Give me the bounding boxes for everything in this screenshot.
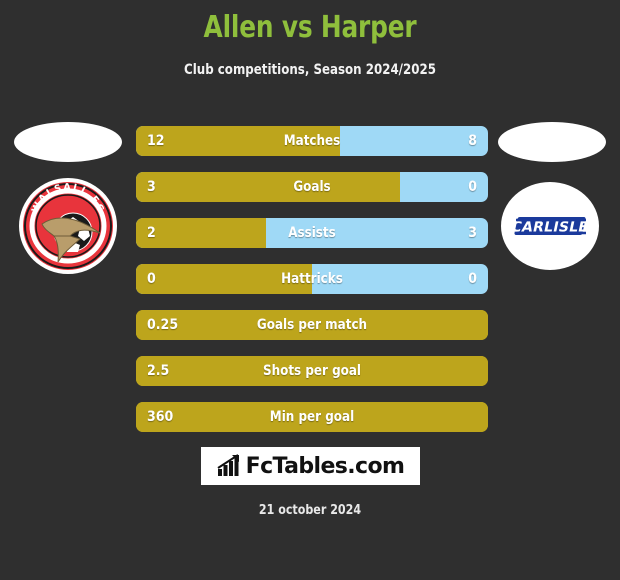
- stat-bar-away-value: 8: [468, 133, 477, 149]
- stat-bar-away-value: 0: [468, 271, 477, 287]
- blank-ellipse: [498, 122, 606, 162]
- stat-bar-row: 0.25 Goals per match: [136, 310, 488, 340]
- stat-bar-label: Assists: [288, 225, 336, 241]
- stat-bar-row: 12 Matches 8: [136, 126, 488, 156]
- fctables-brand-box[interactable]: FcTables.com: [201, 447, 420, 485]
- stat-bar-label: Goals: [293, 179, 331, 195]
- stat-bar-row: 360 Min per goal: [136, 402, 488, 432]
- date-label: 21 october 2024: [258, 503, 362, 518]
- stat-bar-row: 2.5 Shots per goal: [136, 356, 488, 386]
- page-subtitle: Club competitions, Season 2024/2025: [184, 62, 436, 78]
- bar-chart-icon: [217, 454, 239, 476]
- stat-bar-row: 2 Assists 3: [136, 218, 488, 248]
- away-player-photo-placeholder: [498, 122, 606, 162]
- walsall-fc-crest-icon: WALSALL FC: [19, 178, 117, 274]
- stat-bar-label: Goals per match: [256, 317, 368, 333]
- away-team-crest-carlisle: CARLISLE: [500, 176, 600, 276]
- stat-bar-label: Hattricks: [281, 271, 343, 287]
- stat-bar-label: Shots per goal: [262, 363, 362, 379]
- stat-bar-row: 3 Goals 0: [136, 172, 488, 202]
- fctables-brand-label: FcTables.com: [245, 453, 405, 479]
- home-player-photo-placeholder: [14, 122, 122, 162]
- page-title: Allen vs Harper: [203, 10, 417, 45]
- stat-bar-label: Matches: [283, 133, 341, 149]
- stat-bar-away-value: 3: [468, 225, 477, 241]
- blank-ellipse: [14, 122, 122, 162]
- stat-bars-list: 12 Matches 8 3 Goals 0 2 Assists 3 0 Hattricks 0 0.2…: [136, 126, 488, 448]
- home-team-crest-walsall: WALSALL FC: [18, 176, 118, 276]
- carlisle-logo-icon: CARLISLE: [501, 182, 599, 270]
- stat-bar-away-value: 0: [468, 179, 477, 195]
- stat-bar-label: Min per goal: [269, 409, 355, 425]
- stat-bar-row: 0 Hattricks 0: [136, 264, 488, 294]
- stat-comparison-infographic: Allen vs Harper Club competitions, Seaso…: [0, 0, 620, 580]
